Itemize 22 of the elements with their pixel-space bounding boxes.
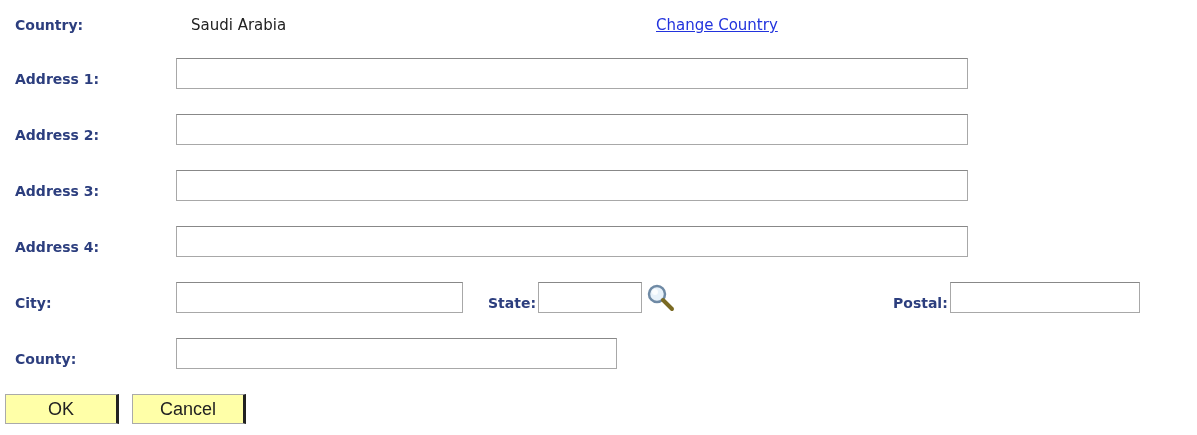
- change-country-link[interactable]: Change Country: [656, 16, 778, 34]
- address-field[interactable]: [176, 170, 968, 201]
- address-field[interactable]: [176, 226, 968, 257]
- field-label: City:: [14, 295, 53, 313]
- field-label: County:: [14, 351, 78, 369]
- field-label: Address 3:: [14, 183, 101, 201]
- county-field[interactable]: [176, 338, 617, 369]
- cancel-button[interactable]: Cancel: [132, 394, 246, 424]
- search-icon[interactable]: [646, 283, 676, 313]
- field-label: Address 2:: [14, 127, 101, 145]
- field-label: Address 4:: [14, 239, 101, 257]
- ok-button[interactable]: OK: [5, 394, 119, 424]
- postal-field[interactable]: [949, 282, 1140, 313]
- field-label: Address 1:: [14, 71, 101, 89]
- field-label: Country:: [14, 17, 85, 33]
- city-field[interactable]: [176, 282, 463, 313]
- field-label: State:: [488, 295, 536, 313]
- state-field[interactable]: [538, 282, 642, 313]
- country-value: Saudi Arabia: [191, 16, 288, 34]
- address-field[interactable]: [176, 114, 968, 145]
- field-label: Postal:: [893, 295, 948, 313]
- address-field[interactable]: [176, 58, 968, 89]
